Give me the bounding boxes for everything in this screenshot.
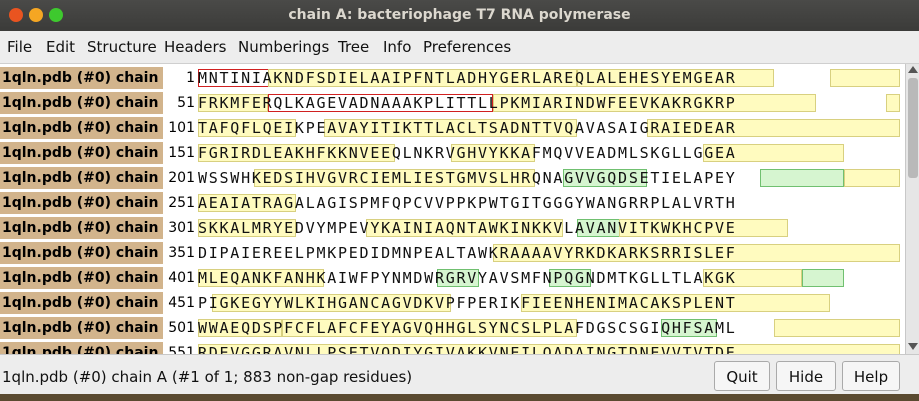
help-button[interactable]: Help	[842, 361, 900, 391]
menu-structure[interactable]: Structure	[87, 38, 157, 56]
sequence-residues[interactable]: AEAIATRAGALAGISPMFQPCVVPPKPWTGITGGGYWANG…	[198, 192, 737, 214]
vertical-scrollbar[interactable]	[905, 64, 919, 354]
sequence-residues[interactable]: WWAEQDSPFCFLAFCFEYAGVQHHGLSYNCSLPLAFDGSC…	[198, 317, 737, 339]
row-number: 251	[168, 195, 195, 211]
sequence-panel[interactable]: 1qln.pdb (#0) chain A 1 1qln.pdb (#0) chai…	[0, 64, 905, 354]
status-bar: 1qln.pdb (#0) chain A (#1 of 1; 883 non-…	[0, 354, 919, 395]
row-number: 201	[168, 170, 195, 186]
status-text: 1qln.pdb (#0) chain A (#1 of 1; 883 non-…	[2, 368, 413, 386]
window-title: chain A: bacteriophage T7 RNA polymerase	[288, 7, 631, 23]
row-number: 351	[168, 245, 195, 261]
menu-preferences[interactable]: Preferences	[423, 38, 511, 56]
helix-region	[885, 94, 900, 112]
row-number: 501	[168, 320, 195, 336]
sequence-residues[interactable]: PIGKEGYYWLKIHGANCAGVDKVPFPERIKFIEENHENIM…	[198, 292, 737, 314]
row-number: 451	[168, 295, 195, 311]
hide-button[interactable]: Hide	[776, 361, 836, 391]
menu-info[interactable]: Info	[383, 38, 411, 56]
sequence-residues[interactable]: FRKMFERQLKAGEVADNAAAKPLITTLLPKMIARINDWFE…	[198, 92, 737, 114]
row-label[interactable]: 1qln.pdb (#0) chain A	[0, 267, 163, 289]
quit-button[interactable]: Quit	[714, 361, 770, 391]
row-label[interactable]: 1qln.pdb (#0) chain A	[0, 317, 163, 339]
helix-region	[773, 319, 900, 337]
row-label[interactable]: 1qln.pdb (#0) chain A	[0, 342, 163, 354]
row-label[interactable]: 1qln.pdb (#0) chain A	[0, 217, 163, 239]
row-label[interactable]: 1qln.pdb (#0) chain A	[0, 67, 163, 89]
menu-headers[interactable]: Headers	[164, 38, 226, 56]
row-label[interactable]: 1qln.pdb (#0) chain A	[0, 92, 163, 114]
row-number: 301	[168, 220, 195, 236]
desktop-background	[0, 394, 919, 401]
strand-region	[759, 169, 844, 187]
row-label[interactable]: 1qln.pdb (#0) chain A	[0, 292, 163, 314]
row-number: 1	[186, 70, 195, 86]
scroll-down-icon[interactable]	[908, 343, 918, 350]
row-label[interactable]: 1qln.pdb (#0) chain A	[0, 192, 163, 214]
menu-numberings[interactable]: Numberings	[238, 38, 329, 56]
row-label[interactable]: 1qln.pdb (#0) chain A	[0, 117, 163, 139]
row-number: 51	[177, 95, 195, 111]
sequence-residues[interactable]: RDEVGGRAVNLLPSETVQDIYGIVAKKVNEILQADAINGT…	[198, 342, 737, 354]
sequence-residues[interactable]: WSSWHKEDSIHVGVRCIEMLIESTGMVSLHRQNAGVVGQD…	[198, 167, 737, 189]
scroll-thumb[interactable]	[908, 78, 918, 178]
sequence-residues[interactable]: DIPAIEREELPMKPEDIDMNPEALTAWKRAAAAVYRKDKA…	[198, 242, 737, 264]
sequence-residues[interactable]: MLEQANKFANHKAIWFPYNMDWRGRVYAVSMFNPQGNDMT…	[198, 267, 737, 289]
menu-edit[interactable]: Edit	[46, 38, 75, 56]
sequence-residues[interactable]: FGRIRDLEAKHFKKNVEEQLNKRVGHVYKKAFMQVVEADM…	[198, 142, 737, 164]
strand-region	[801, 269, 844, 287]
row-number: 101	[168, 120, 195, 136]
row-number: 151	[168, 145, 195, 161]
menu-bar: File Edit Structure Headers Numberings T…	[0, 31, 919, 64]
title-bar: chain A: bacteriophage T7 RNA polymerase	[0, 0, 919, 31]
menu-tree[interactable]: Tree	[338, 38, 369, 56]
sequence-residues[interactable]: MNTINIAKNDFSDIELAAIPFNTLADHYGERLAREQLALE…	[198, 67, 737, 89]
sequence-residues[interactable]: TAFQFLQEIKPEAVAYITIKTTLACLTSADNTTVQAVASA…	[198, 117, 737, 139]
row-label[interactable]: 1qln.pdb (#0) chain A	[0, 242, 163, 264]
row-label[interactable]: 1qln.pdb (#0) chain A	[0, 167, 163, 189]
scroll-up-icon[interactable]	[908, 66, 918, 73]
helix-region	[829, 69, 900, 87]
helix-region	[843, 169, 900, 187]
sequence-residues[interactable]: SKKALMRYEDVYMPEVYKAINIAQNTAWKINKKVLAVANV…	[198, 217, 737, 239]
menu-file[interactable]: File	[7, 38, 32, 56]
row-number: 551	[168, 345, 195, 354]
row-number: 401	[168, 270, 195, 286]
row-label[interactable]: 1qln.pdb (#0) chain A	[0, 142, 163, 164]
